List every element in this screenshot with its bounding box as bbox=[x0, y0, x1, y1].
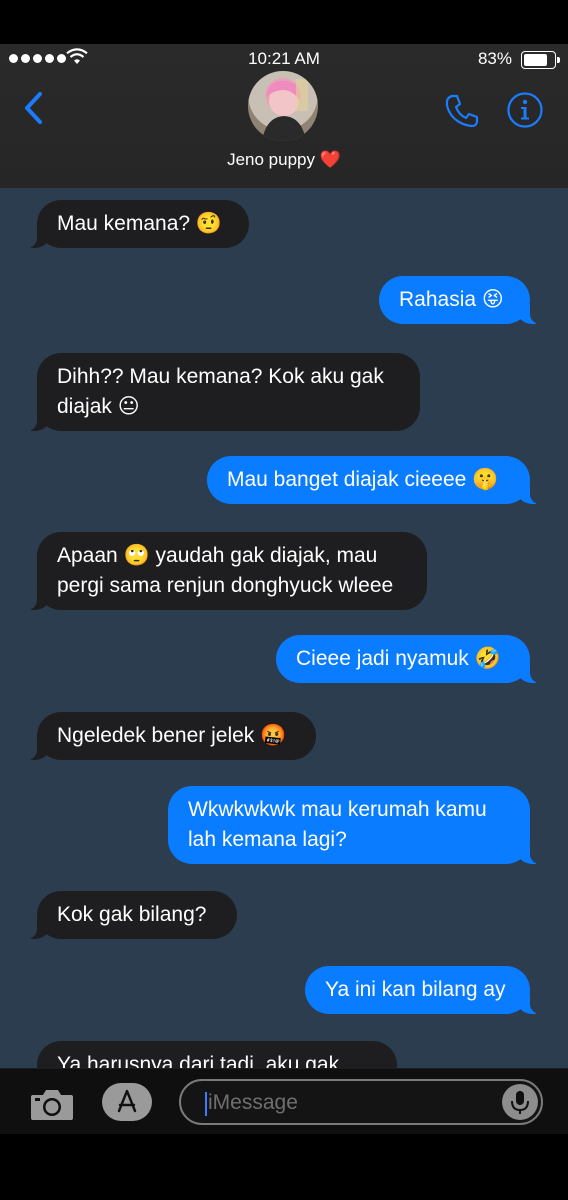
avatar-portrait bbox=[262, 79, 308, 141]
phone-icon[interactable] bbox=[443, 92, 481, 130]
contact-name[interactable]: Jeno puppy ❤️ bbox=[0, 150, 568, 170]
message-bubble-outgoing[interactable]: Wkwkwkwk mau kerumah kamu lah kemana lag… bbox=[168, 786, 540, 864]
bottom-black-bar bbox=[0, 1134, 568, 1200]
app-store-icon bbox=[117, 1089, 137, 1113]
message-input[interactable]: iMessage bbox=[179, 1079, 543, 1125]
message-bubble-outgoing[interactable]: Rahasia 😝 bbox=[379, 276, 540, 324]
messages-screen: 10:21 AM 83% Jeno puppy ❤️ Mau kemana? 🤨… bbox=[0, 0, 568, 1200]
message-composer: iMessage bbox=[0, 1068, 568, 1135]
camera-icon[interactable] bbox=[29, 1086, 75, 1122]
app-store-button[interactable] bbox=[102, 1083, 152, 1121]
back-chevron-icon[interactable] bbox=[20, 90, 50, 126]
info-icon[interactable] bbox=[506, 91, 544, 129]
message-bubble-incoming[interactable]: Kok gak bilang? bbox=[27, 891, 237, 939]
message-bubble-incoming[interactable]: Mau kemana? 🤨 bbox=[27, 200, 249, 248]
microphone-button[interactable] bbox=[502, 1084, 538, 1120]
message-input-placeholder: iMessage bbox=[208, 1091, 298, 1114]
microphone-icon bbox=[511, 1091, 529, 1114]
message-bubble-outgoing[interactable]: Ya ini kan bilang ay bbox=[305, 966, 540, 1014]
message-bubble-outgoing[interactable]: Cieee jadi nyamuk 🤣 bbox=[276, 635, 540, 683]
conversation-header: 10:21 AM 83% Jeno puppy ❤️ bbox=[0, 44, 568, 189]
battery-fill bbox=[524, 54, 548, 66]
status-bar: 10:21 AM 83% bbox=[0, 44, 568, 74]
message-bubble-incoming[interactable]: Dihh?? Mau kemana? Kok aku gak diajak 😐 bbox=[27, 353, 420, 431]
message-bubble-incoming[interactable]: Apaan 🙄 yaudah gak diajak, mau pergi sam… bbox=[27, 532, 427, 610]
message-bubble-incoming-partial[interactable]: Ya harusnya dari tadi, aku gak bbox=[37, 1041, 397, 1068]
message-thread[interactable]: Mau kemana? 🤨 Rahasia 😝 Dihh?? Mau keman… bbox=[0, 188, 568, 1068]
battery-icon bbox=[521, 51, 560, 69]
top-black-bar bbox=[0, 0, 568, 44]
message-bubble-incoming[interactable]: Ngeledek bener jelek 🤬 bbox=[27, 712, 316, 760]
battery-percent: 83% bbox=[477, 49, 512, 68]
text-caret bbox=[205, 1092, 207, 1116]
message-bubble-outgoing[interactable]: Mau banget diajak cieeee 🤫 bbox=[207, 456, 540, 504]
contact-avatar[interactable] bbox=[248, 71, 318, 141]
